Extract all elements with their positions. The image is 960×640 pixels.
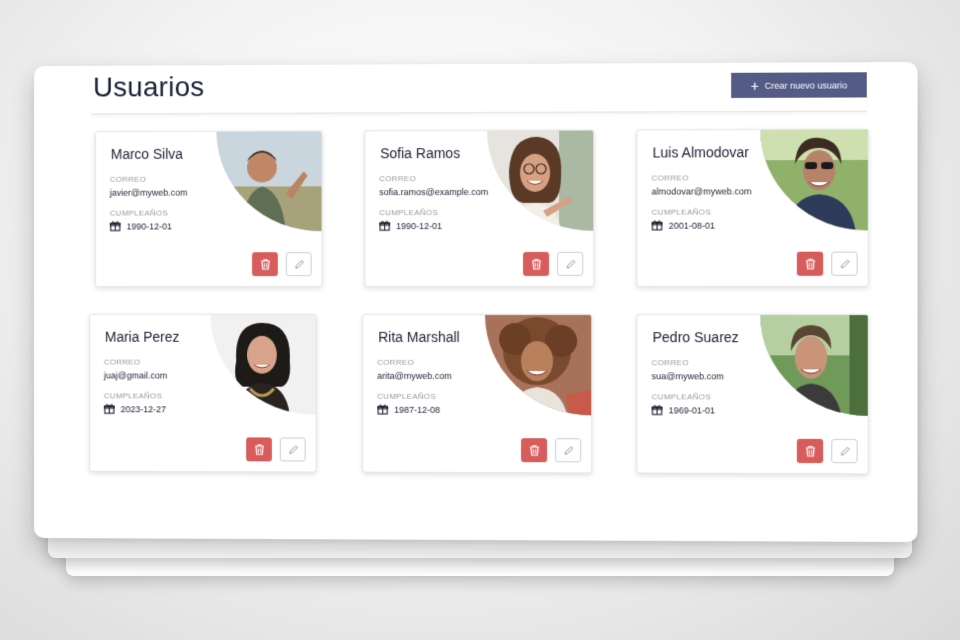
gift-icon <box>652 404 663 415</box>
email-label: CORREO <box>651 173 689 183</box>
user-name: Rita Marshall <box>378 328 460 345</box>
create-user-button[interactable]: + Crear nuevo usuario <box>731 72 867 98</box>
user-card: Marco Silva CORREO javier@myweb.com CUMP… <box>95 130 323 288</box>
create-user-button-label: Crear nuevo usuario <box>764 79 848 91</box>
delete-button[interactable] <box>252 252 278 277</box>
user-photo <box>484 315 592 416</box>
trash-icon <box>528 444 538 456</box>
user-birthday: 1987-12-08 <box>377 404 440 415</box>
user-email: sua@myweb.com <box>651 371 724 382</box>
email-label: CORREO <box>377 357 415 367</box>
user-email: juaj@gmail.com <box>103 370 168 381</box>
user-birthday-value: 2023-12-27 <box>120 403 167 414</box>
user-photo <box>760 315 868 416</box>
user-birthday: 1990-12-01 <box>110 220 172 231</box>
user-photo <box>216 131 322 232</box>
trash-icon <box>254 443 265 455</box>
user-birthday-value: 1990-12-01 <box>126 220 172 231</box>
pencil-icon <box>565 258 576 269</box>
user-birthday: 2023-12-27 <box>104 403 166 414</box>
email-label: CORREO <box>651 358 689 368</box>
pencil-icon <box>293 259 304 270</box>
user-name: Marco Silva <box>110 145 183 162</box>
birthday-label: CUMPLEAÑOS <box>651 207 711 217</box>
user-name: Pedro Suarez <box>652 329 739 346</box>
edit-button[interactable] <box>285 252 312 277</box>
user-photo <box>210 314 316 415</box>
user-photo <box>486 130 594 231</box>
panel-header: Usuarios + Crear nuevo usuario <box>91 62 867 115</box>
user-name: Maria Perez <box>104 328 180 345</box>
user-name: Sofia Ramos <box>380 145 461 162</box>
user-email: sofia.ramos@example.com <box>379 186 489 198</box>
user-email: javier@myweb.com <box>109 187 188 198</box>
delete-button[interactable] <box>246 437 272 462</box>
gift-icon <box>104 403 115 414</box>
user-birthday: 2001-08-01 <box>652 220 716 231</box>
trash-icon <box>804 258 815 270</box>
trash-icon <box>530 258 540 270</box>
email-label: CORREO <box>109 174 147 184</box>
user-card: Luis Almodovar CORREO almodovar@myweb.co… <box>636 128 869 287</box>
gift-icon <box>379 221 391 232</box>
edit-button[interactable] <box>831 251 858 276</box>
trash-icon <box>804 445 815 457</box>
delete-button[interactable] <box>521 438 548 463</box>
user-card: Sofia Ramos CORREO sofia.ramos@example.c… <box>364 129 595 288</box>
user-card: Rita Marshall CORREO arita@myweb.com CUM… <box>362 313 593 474</box>
user-email: almodovar@myweb.com <box>651 186 752 197</box>
delete-button[interactable] <box>796 438 824 464</box>
birthday-label: CUMPLEAÑOS <box>379 208 439 218</box>
pencil-icon <box>287 444 298 455</box>
gift-icon <box>110 221 121 232</box>
delete-button[interactable] <box>523 251 550 276</box>
pencil-icon <box>839 258 850 269</box>
user-birthday-value: 1987-12-08 <box>394 404 441 415</box>
edit-button[interactable] <box>279 437 306 462</box>
gift-icon <box>652 220 663 231</box>
birthday-label: CUMPLEAÑOS <box>103 391 163 401</box>
pencil-icon <box>563 445 574 456</box>
user-birthday: 1990-12-01 <box>379 220 443 232</box>
birthday-label: CUMPLEAÑOS <box>109 208 169 218</box>
user-birthday-value: 1990-12-01 <box>396 220 443 231</box>
user-birthday-value: 1969-01-01 <box>668 404 716 416</box>
email-label: CORREO <box>379 174 417 184</box>
email-label: CORREO <box>103 357 141 367</box>
user-photo <box>760 129 868 231</box>
user-email: arita@myweb.com <box>377 370 452 381</box>
delete-button[interactable] <box>796 251 824 276</box>
trash-icon <box>260 258 271 270</box>
plus-icon: + <box>750 77 759 94</box>
users-panel: Usuarios + Crear nuevo usuario Marco Sil… <box>34 61 918 543</box>
edit-button[interactable] <box>557 251 584 276</box>
edit-button[interactable] <box>555 438 582 463</box>
page-title: Usuarios <box>93 71 205 103</box>
user-name: Luis Almodovar <box>652 144 750 161</box>
birthday-label: CUMPLEAÑOS <box>377 391 437 401</box>
gift-icon <box>377 405 389 415</box>
user-card: Maria Perez CORREO juaj@gmail.com CUMPLE… <box>89 313 317 473</box>
edit-button[interactable] <box>831 438 858 464</box>
user-card: Pedro Suarez CORREO sua@myweb.com CUMPLE… <box>636 314 869 475</box>
pencil-icon <box>839 446 850 457</box>
user-birthday-value: 2001-08-01 <box>668 220 716 231</box>
user-birthday: 1969-01-01 <box>652 404 716 416</box>
birthday-label: CUMPLEAÑOS <box>651 392 711 402</box>
